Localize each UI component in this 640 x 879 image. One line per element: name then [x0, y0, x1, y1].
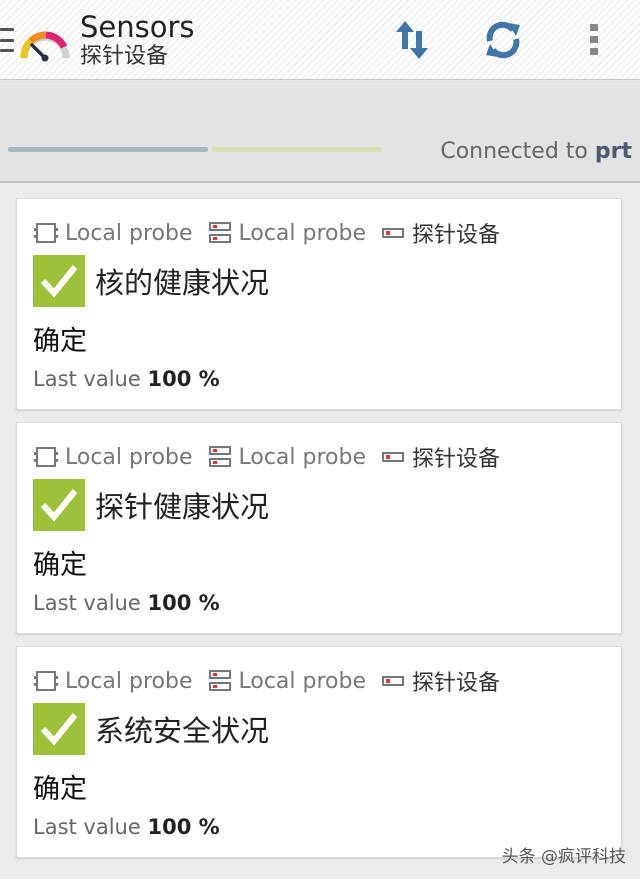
overflow-menu-button[interactable] — [568, 14, 620, 66]
last-value: Last value 100 % — [33, 815, 220, 839]
breadcrumb-probe-label: Local probe — [65, 444, 193, 470]
last-value: Last value 100 % — [33, 367, 220, 391]
gauge-logo — [20, 31, 70, 62]
breadcrumb-probe-label: Local probe — [65, 668, 193, 694]
sort-button[interactable] — [386, 14, 438, 66]
breadcrumb-device-label: 探针设备 — [412, 671, 501, 696]
connection-status: Connected to prt — [440, 139, 632, 164]
last-value-label: Last value — [33, 815, 141, 839]
sensor-status: 确定 — [33, 326, 87, 357]
connection-status-strip: Connected to prt — [0, 81, 640, 183]
breadcrumb-device-label: 探针设备 — [412, 447, 501, 472]
sensor-status: 确定 — [33, 550, 87, 581]
breadcrumb-probe[interactable]: Local probe — [33, 668, 193, 694]
ok-check-icon — [33, 255, 85, 307]
action-bar: Sensors 探针设备 — [0, 0, 640, 80]
group-icon — [208, 222, 231, 243]
menu-icon[interactable] — [0, 28, 14, 52]
breadcrumb-device[interactable]: 探针设备 — [380, 217, 500, 249]
group-icon — [208, 670, 231, 691]
probe-icon — [34, 223, 58, 243]
breadcrumb-probe[interactable]: Local probe — [33, 220, 193, 246]
sensor-title-row: 探针健康状况 — [33, 479, 269, 531]
probe-icon — [34, 671, 58, 691]
title-block: Sensors 探针设备 — [80, 10, 195, 70]
sensor-card[interactable]: Local probe Local probe 探针设备 系统安全状况 确定 L… — [16, 646, 622, 858]
breadcrumb-group[interactable]: Local probe — [207, 444, 367, 470]
breadcrumb-group-label: Local probe — [238, 668, 367, 694]
sensor-card[interactable]: Local probe Local probe 探针设备 核的健康状况 确定 L… — [16, 198, 622, 410]
last-value: Last value 100 % — [33, 591, 220, 615]
breadcrumb-probe-label: Local probe — [65, 220, 193, 246]
sensor-name: 探针健康状况 — [95, 490, 270, 524]
breadcrumb-group[interactable]: Local probe — [207, 220, 367, 246]
breadcrumb-device-label: 探针设备 — [412, 223, 501, 248]
refresh-icon — [486, 21, 520, 59]
progress-bar-secondary — [212, 147, 382, 152]
sort-arrows-icon — [396, 21, 428, 59]
sensor-title-row: 核的健康状况 — [33, 255, 269, 307]
last-value-label: Last value — [33, 591, 141, 615]
breadcrumb: Local probe Local probe 探针设备 — [33, 441, 514, 473]
progress-bar-primary — [8, 147, 208, 152]
app-title: Sensors — [80, 10, 195, 44]
last-value-label: Last value — [33, 367, 141, 391]
last-value-number: 100 % — [147, 815, 220, 839]
breadcrumb-probe[interactable]: Local probe — [33, 444, 193, 470]
last-value-number: 100 % — [147, 591, 220, 615]
sensor-name: 系统安全状况 — [95, 714, 270, 748]
connected-label: Connected to — [440, 139, 588, 164]
breadcrumb: Local probe Local probe 探针设备 — [33, 217, 514, 249]
sensor-status: 确定 — [33, 774, 87, 805]
ok-check-icon — [33, 703, 85, 755]
device-icon — [382, 452, 404, 462]
ok-check-icon — [33, 479, 85, 531]
sensor-title-row: 系统安全状况 — [33, 703, 269, 755]
app-subtitle: 探针设备 — [80, 44, 169, 69]
device-icon — [382, 228, 404, 238]
overflow-menu-icon — [590, 24, 598, 55]
probe-icon — [34, 447, 58, 467]
sensor-card[interactable]: Local probe Local probe 探针设备 探针健康状况 确定 L… — [16, 422, 622, 634]
group-icon — [208, 446, 231, 467]
last-value-number: 100 % — [147, 367, 220, 391]
server-name: prt — [594, 139, 632, 164]
breadcrumb-device[interactable]: 探针设备 — [380, 441, 500, 473]
breadcrumb-group-label: Local probe — [238, 220, 367, 246]
breadcrumb-device[interactable]: 探针设备 — [380, 665, 500, 697]
device-icon — [382, 676, 404, 686]
breadcrumb: Local probe Local probe 探针设备 — [33, 665, 514, 697]
breadcrumb-group[interactable]: Local probe — [207, 668, 367, 694]
watermark: 头条 @疯评科技 — [501, 847, 626, 867]
sensor-name: 核的健康状况 — [95, 266, 270, 300]
refresh-button[interactable] — [477, 14, 529, 66]
breadcrumb-group-label: Local probe — [238, 444, 367, 470]
